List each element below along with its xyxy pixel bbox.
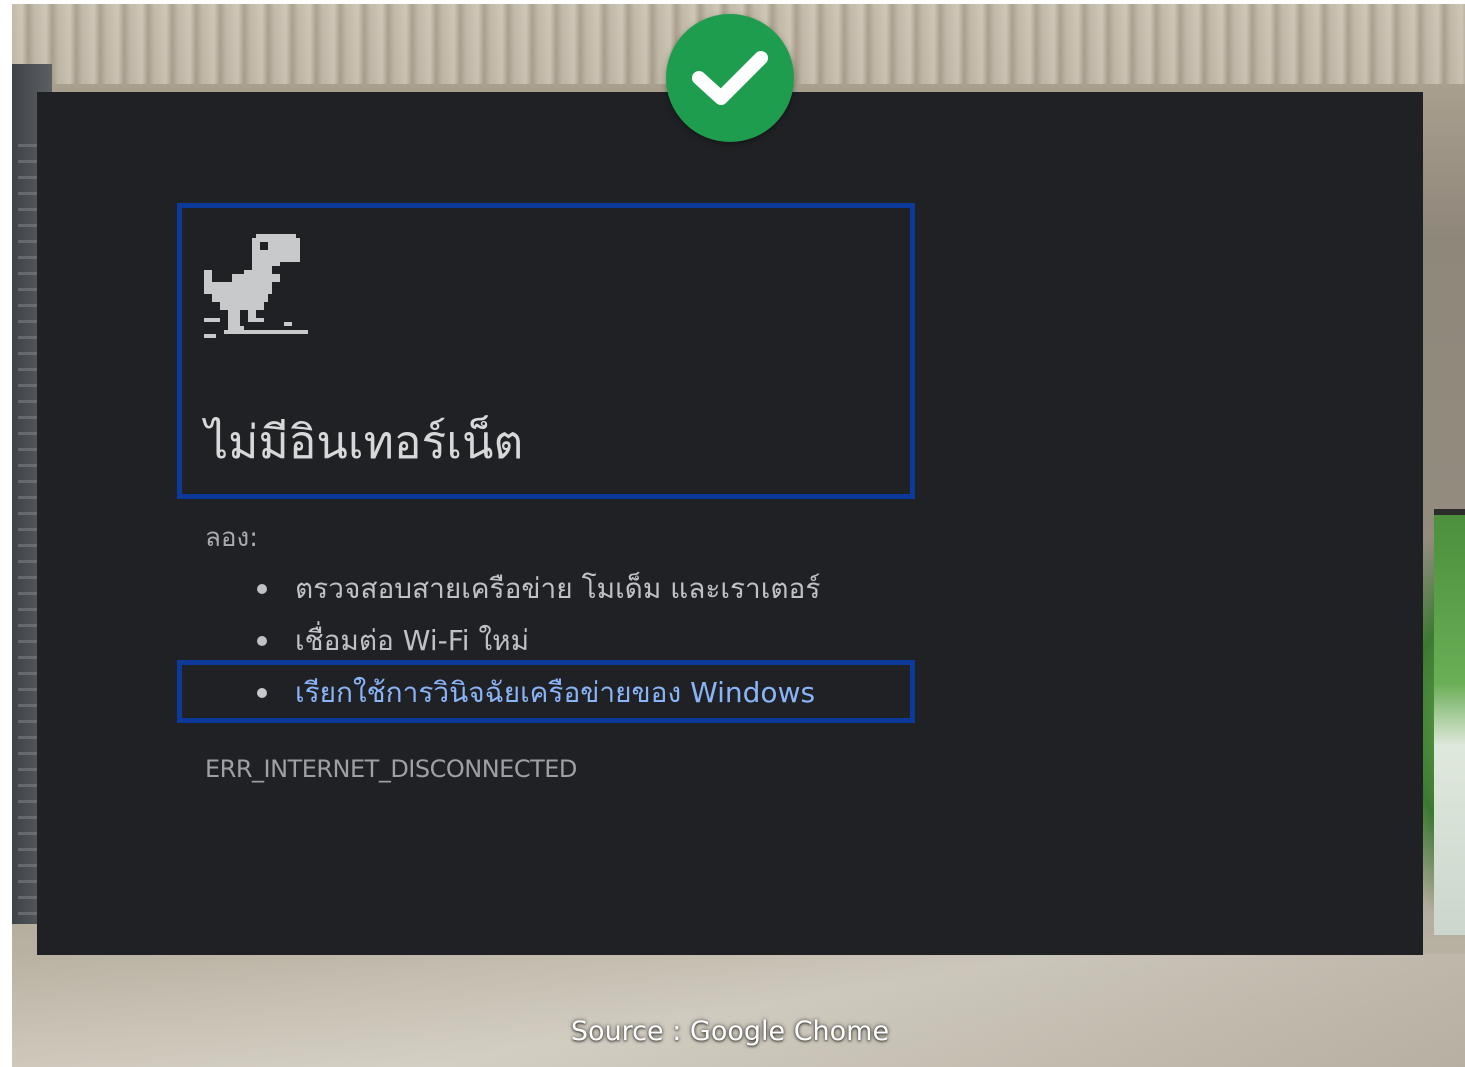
bullet-icon: [257, 584, 267, 594]
success-badge: [666, 14, 794, 142]
check-icon: [692, 51, 768, 105]
background-right-monitor: [1434, 509, 1465, 935]
background-desk: [12, 954, 1465, 1067]
error-code: ERR_INTERNET_DISCONNECTED: [205, 755, 577, 783]
suggestion-check-cables: ตรวจสอบสายเครือข่าย โมเด็ม และเราเตอร์: [255, 568, 820, 620]
offline-dino-icon: [204, 234, 308, 338]
error-title: ไม่มีอินเทอร์เน็ต: [205, 415, 524, 469]
try-label: ลอง:: [205, 523, 259, 553]
source-caption: Source : Google Chome: [570, 1016, 890, 1047]
bullet-icon: [257, 636, 267, 646]
highlight-box-diagnostics: [177, 660, 915, 723]
